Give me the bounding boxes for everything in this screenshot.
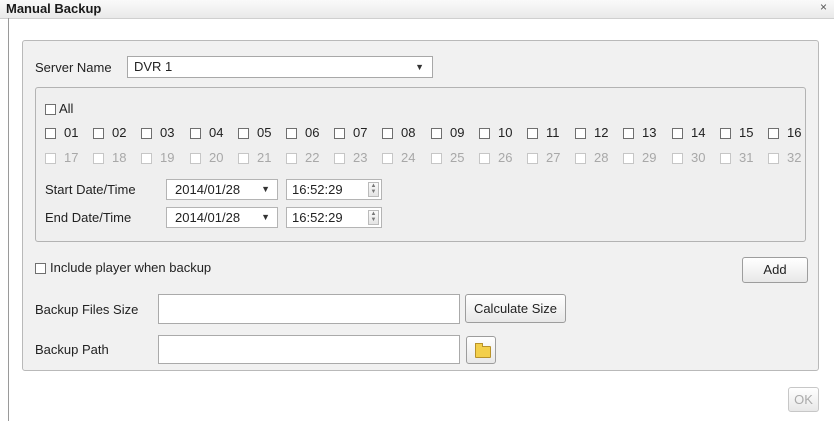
server-name-label: Server Name <box>35 60 112 75</box>
channel-label-16: 16 <box>787 125 802 140</box>
title-bar: Manual Backup × <box>0 0 834 19</box>
backup-files-size-label: Backup Files Size <box>35 302 139 317</box>
channel-label-26: 26 <box>498 150 513 165</box>
server-name-select[interactable]: DVR 1 ▼ <box>127 56 433 78</box>
channel-label-30: 30 <box>691 150 706 165</box>
channel-checkbox-31[interactable] <box>720 153 731 164</box>
channel-checkbox-12[interactable] <box>575 128 586 139</box>
channel-label-32: 32 <box>787 150 802 165</box>
channel-checkbox-03[interactable] <box>141 128 152 139</box>
channel-checkbox-10[interactable] <box>479 128 490 139</box>
channel-checkbox-11[interactable] <box>527 128 538 139</box>
channel-checkbox-01[interactable] <box>45 128 56 139</box>
channel-label-29: 29 <box>642 150 657 165</box>
channel-checkbox-20[interactable] <box>190 153 201 164</box>
channel-checkbox-07[interactable] <box>334 128 345 139</box>
channel-label-20: 20 <box>209 150 224 165</box>
backup-files-size-field[interactable] <box>158 294 460 324</box>
include-player-label: Include player when backup <box>50 260 212 275</box>
window-title: Manual Backup <box>6 1 102 16</box>
time-spinner-icon[interactable]: ▲ ▼ <box>368 210 379 225</box>
time-spinner-icon[interactable]: ▲ ▼ <box>368 182 379 197</box>
channel-label-02: 02 <box>112 125 127 140</box>
channel-checkbox-06[interactable] <box>286 128 297 139</box>
channel-label-07: 07 <box>353 125 368 140</box>
channel-label-15: 15 <box>739 125 754 140</box>
chevron-down-icon: ▼ <box>415 62 424 72</box>
channel-label-04: 04 <box>209 125 224 140</box>
calculate-size-button[interactable]: Calculate Size <box>465 294 566 323</box>
channel-label-01: 01 <box>64 125 79 140</box>
start-time-value: 16:52:29 <box>292 182 343 197</box>
backup-path-label: Backup Path <box>35 342 109 357</box>
channel-label-10: 10 <box>498 125 513 140</box>
channel-checkbox-22[interactable] <box>286 153 297 164</box>
start-time-field[interactable]: 16:52:29 ▲ ▼ <box>286 179 382 200</box>
end-time-value: 16:52:29 <box>292 210 343 225</box>
ok-button[interactable]: OK <box>788 387 819 412</box>
channel-checkbox-29[interactable] <box>623 153 634 164</box>
end-datetime-label: End Date/Time <box>45 210 132 225</box>
backup-path-field[interactable] <box>158 335 460 364</box>
channel-checkbox-27[interactable] <box>527 153 538 164</box>
browse-folder-button[interactable] <box>466 336 496 364</box>
channel-label-09: 09 <box>450 125 465 140</box>
channel-label-18: 18 <box>112 150 127 165</box>
channel-label-13: 13 <box>642 125 657 140</box>
start-datetime-label: Start Date/Time <box>45 182 136 197</box>
channel-checkbox-26[interactable] <box>479 153 490 164</box>
server-name-value: DVR 1 <box>134 59 173 74</box>
checkbox-all[interactable] <box>45 104 56 115</box>
channel-checkbox-13[interactable] <box>623 128 634 139</box>
chevron-down-icon: ▼ <box>261 212 270 222</box>
channel-checkbox-28[interactable] <box>575 153 586 164</box>
channel-label-11: 11 <box>546 125 560 140</box>
channel-checkbox-15[interactable] <box>720 128 731 139</box>
channel-label-19: 19 <box>160 150 175 165</box>
channel-label-03: 03 <box>160 125 175 140</box>
start-date-value: 2014/01/28 <box>175 182 241 197</box>
channel-label-06: 06 <box>305 125 320 140</box>
end-date-value: 2014/01/28 <box>175 210 241 225</box>
channel-checkbox-32[interactable] <box>768 153 779 164</box>
channel-label-27: 27 <box>546 150 561 165</box>
channel-label-21: 21 <box>257 150 272 165</box>
channel-checkbox-16[interactable] <box>768 128 779 139</box>
channel-checkbox-24[interactable] <box>382 153 393 164</box>
add-button[interactable]: Add <box>742 257 808 283</box>
channel-checkbox-02[interactable] <box>93 128 104 139</box>
channel-checkbox-18[interactable] <box>93 153 104 164</box>
end-time-field[interactable]: 16:52:29 ▲ ▼ <box>286 207 382 228</box>
channel-checkbox-09[interactable] <box>431 128 442 139</box>
channel-checkbox-23[interactable] <box>334 153 345 164</box>
channel-checkbox-04[interactable] <box>190 128 201 139</box>
channel-checkbox-05[interactable] <box>238 128 249 139</box>
include-player-checkbox[interactable] <box>35 263 46 274</box>
channel-checkbox-14[interactable] <box>672 128 683 139</box>
channel-checkbox-21[interactable] <box>238 153 249 164</box>
channel-label-14: 14 <box>691 125 706 140</box>
channel-checkbox-19[interactable] <box>141 153 152 164</box>
end-date-select[interactable]: 2014/01/28 ▼ <box>166 207 278 228</box>
chevron-down-icon: ▼ <box>261 184 270 194</box>
channel-label-12: 12 <box>594 125 609 140</box>
channel-label-05: 05 <box>257 125 272 140</box>
folder-icon <box>475 343 491 358</box>
channel-label-17: 17 <box>64 150 79 165</box>
checkbox-all-label: All <box>59 101 74 116</box>
channel-label-25: 25 <box>450 150 465 165</box>
channel-label-22: 22 <box>305 150 320 165</box>
channel-label-08: 08 <box>401 125 416 140</box>
channel-label-23: 23 <box>353 150 368 165</box>
channel-label-31: 31 <box>739 150 754 165</box>
channel-checkbox-25[interactable] <box>431 153 442 164</box>
close-icon[interactable]: × <box>820 0 827 14</box>
channel-checkbox-17[interactable] <box>45 153 56 164</box>
channel-checkbox-08[interactable] <box>382 128 393 139</box>
channel-checkbox-30[interactable] <box>672 153 683 164</box>
channel-label-28: 28 <box>594 150 609 165</box>
channel-label-24: 24 <box>401 150 416 165</box>
start-date-select[interactable]: 2014/01/28 ▼ <box>166 179 278 200</box>
